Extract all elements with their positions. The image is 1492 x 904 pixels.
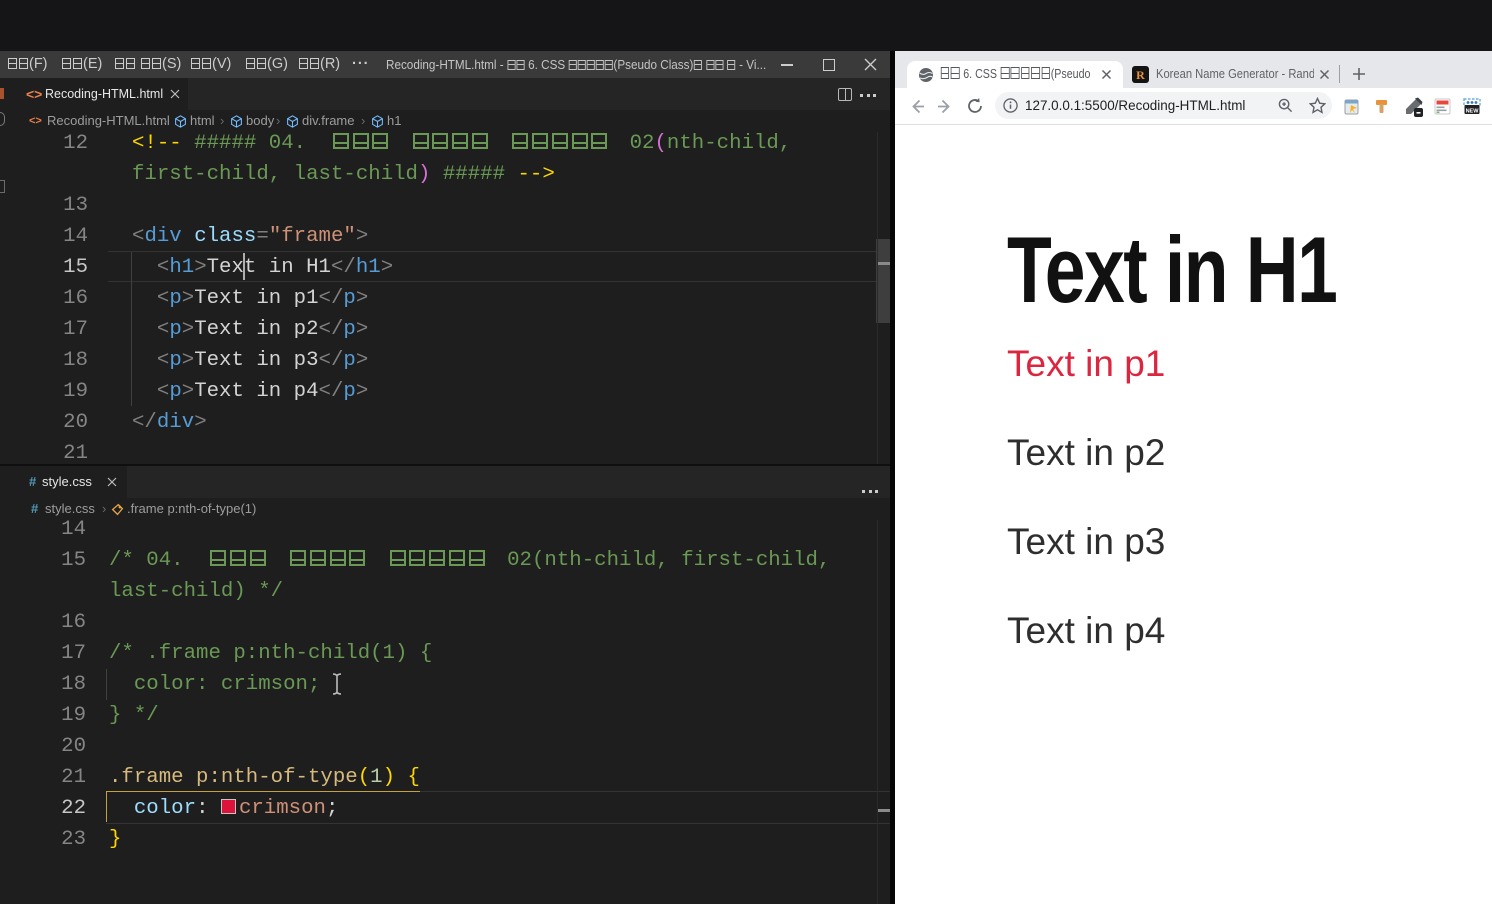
svg-text:R: R: [1136, 68, 1145, 82]
svg-text:NEW: NEW: [1466, 109, 1480, 115]
